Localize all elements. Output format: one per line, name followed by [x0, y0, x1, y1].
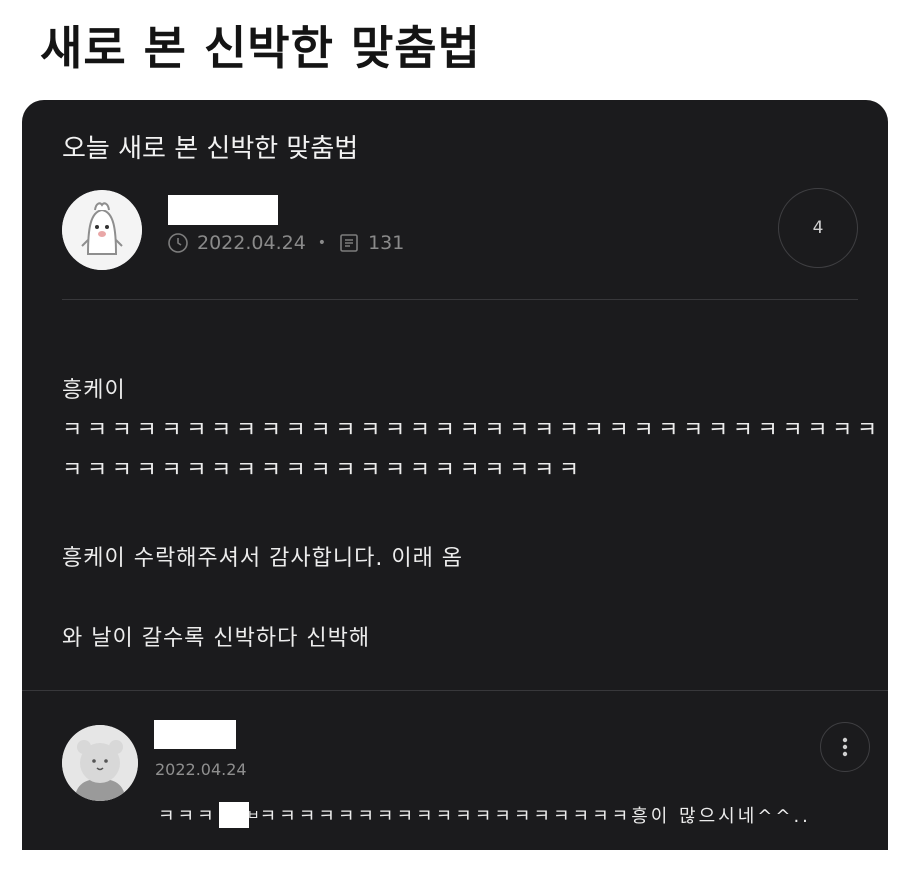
comment-text-rest: ㅋㅋㅋㅋㅋㅋㅋㅋㅋㅋㅋㅋㅋㅋㅋㅋㅋㅋㅋ흥이 많으시네^^..	[259, 806, 811, 827]
post-body-line: 흥케이 수락해주셔서 감사합니다. 이래 옴	[62, 546, 464, 571]
post-date: 2022.04.24	[197, 232, 306, 254]
author-name-redacted	[168, 195, 278, 225]
post-body-line: 흥케이	[62, 378, 126, 403]
post-body-line: ㅋㅋㅋㅋㅋㅋㅋㅋㅋㅋㅋㅋㅋㅋㅋㅋㅋㅋㅋㅋㅋㅋㅋㅋㅋㅋㅋㅋㅋㅋㅋㅋㅋ	[62, 418, 882, 443]
bear-avatar-icon	[62, 725, 138, 801]
commenter-name-redacted	[154, 720, 236, 749]
comment-text: ㅋㅋㅋ ㅂ ㅋㅋㅋㅋㅋㅋㅋㅋㅋㅋㅋㅋㅋㅋㅋㅋㅋㅋㅋ흥이 많으시네^^..	[158, 802, 811, 828]
clock-icon	[167, 232, 189, 254]
author-avatar[interactable]	[62, 190, 142, 270]
post-title: 오늘 새로 본 신박한 맞춤법	[62, 134, 359, 164]
commenter-avatar[interactable]	[62, 725, 138, 801]
divider	[22, 690, 888, 691]
comment-count-button[interactable]: 4	[778, 188, 858, 268]
separator-dot: •	[317, 235, 327, 251]
comment-text-start: ㅋㅋㅋ	[158, 806, 217, 827]
divider	[62, 299, 858, 300]
more-options-button[interactable]	[820, 722, 870, 772]
view-count: 131	[368, 232, 405, 254]
comment-partial-char: ㅂ	[246, 808, 260, 824]
page-title: 새로 본 신박한 맞춤법	[40, 21, 481, 75]
document-icon	[338, 232, 360, 254]
mascot-avatar-icon	[62, 190, 142, 270]
post-meta: 2022.04.24 • 131	[167, 232, 404, 254]
comment-redaction	[218, 802, 249, 828]
post-body-line: ㅋㅋㅋㅋㅋㅋㅋㅋㅋㅋㅋㅋㅋㅋㅋㅋㅋㅋㅋㅋㅋ	[62, 458, 584, 483]
post-card: 오늘 새로 본 신박한 맞춤법 2022.04.24 • 131 4 흥케이 ㅋ…	[22, 100, 888, 850]
comment-date: 2022.04.24	[155, 760, 247, 779]
post-body-line: 와 날이 갈수록 신박하다 신박해	[62, 626, 371, 651]
kebab-menu-icon	[842, 737, 848, 757]
